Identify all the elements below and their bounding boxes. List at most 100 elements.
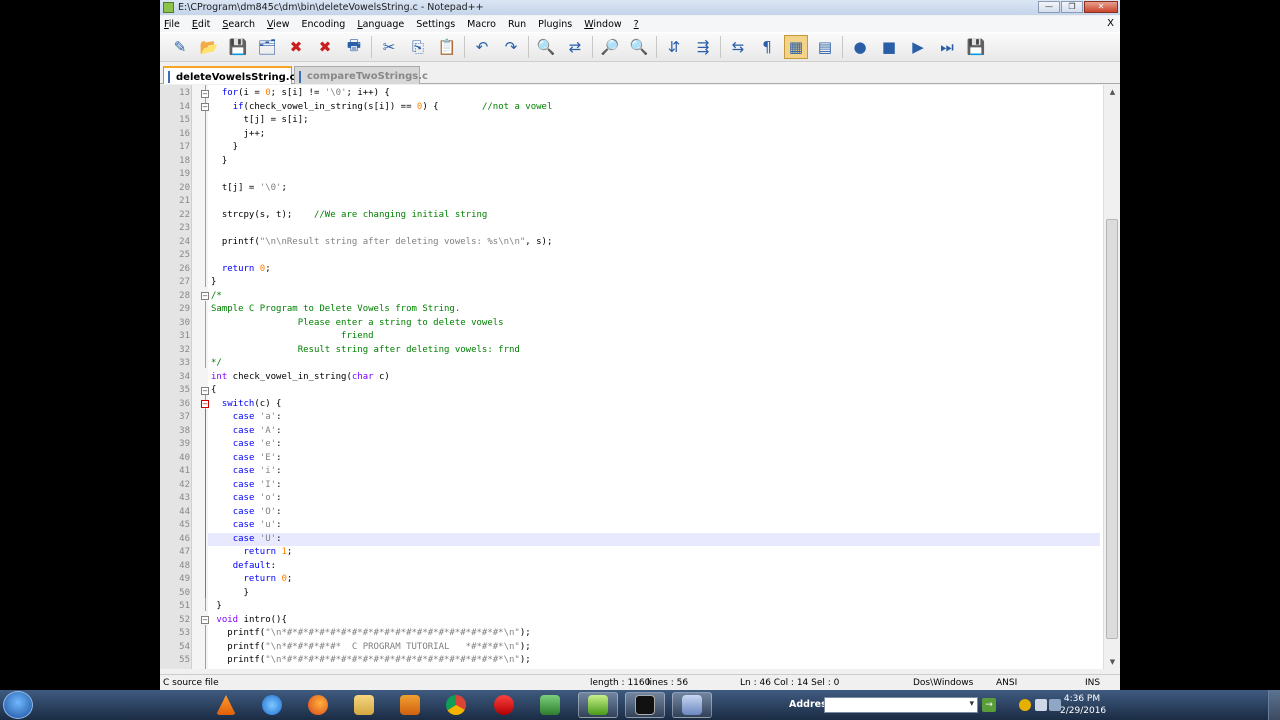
firefox-icon[interactable] [298,692,338,718]
code-line[interactable]: void intro(){ [211,614,286,628]
close-all-icon[interactable]: ✖ [313,35,337,59]
doc-map-icon[interactable]: ▤ [813,35,837,59]
wrap-icon[interactable]: ⇆ [726,35,750,59]
fold-toggle-icon[interactable]: − [201,400,209,408]
menu-item[interactable]: Settings [416,19,455,30]
indent-guide-icon[interactable]: ▦ [784,35,808,59]
code-line[interactable]: Sample C Program to Delete Vowels from S… [211,303,460,317]
zoom-in-icon[interactable]: 🔎 [598,35,622,59]
code-line[interactable]: case 'o': [211,492,282,506]
code-line[interactable]: case 'U': [208,532,1100,546]
code-line[interactable]: } [211,587,249,601]
code-line[interactable]: case 'I': [211,479,282,493]
code-line[interactable]: friend [211,330,374,344]
code-line[interactable]: case 'E': [211,452,282,466]
code-line[interactable]: printf("\n\nResult string after deleting… [211,236,553,250]
code-line[interactable]: Please enter a string to delete vowels [211,317,504,331]
vertical-scrollbar[interactable]: ▲ ▼ [1103,85,1120,669]
go-arrow-icon[interactable]: → [982,698,996,712]
code-line[interactable]: /* [211,290,222,304]
run-macro-multiple-icon[interactable]: ⏭ [935,35,959,59]
sync-horizontal-icon[interactable]: ⇶ [691,35,715,59]
undo-icon[interactable]: ↶ [470,35,494,59]
fold-toggle-icon[interactable]: − [201,386,209,395]
app-red-icon[interactable] [484,692,524,718]
close-window-button[interactable]: ✕ [1084,1,1118,13]
vlc-icon[interactable] [206,692,246,718]
menu-item[interactable]: File [164,19,180,30]
code-line[interactable]: case 'a': [211,411,282,425]
menu-item[interactable]: Plugins [538,19,572,30]
code-blocks-icon[interactable] [530,692,570,718]
notepadpp-task-icon[interactable] [578,692,618,718]
code-line[interactable]: } [211,276,216,290]
redo-icon[interactable]: ↷ [499,35,523,59]
code-line[interactable]: case 'O': [211,506,282,520]
code-line[interactable]: int check_vowel_in_string(char c) [211,371,390,385]
code-line[interactable]: return 1; [211,546,293,560]
maximize-button[interactable]: ❐ [1061,1,1083,13]
code-editor[interactable]: 13 for(i = 0; s[i] != '\0'; i++) {14 if(… [160,85,1120,669]
code-line[interactable]: case 'A': [211,425,282,439]
fold-toggle-icon[interactable]: − [201,292,209,300]
save-task-icon[interactable] [672,692,712,718]
chrome-icon[interactable] [436,692,476,718]
save-all-icon[interactable]: 🗂 [255,35,279,59]
internet-explorer-icon[interactable] [252,692,292,718]
cut-icon[interactable]: ✂ [377,35,401,59]
code-line[interactable]: } [211,600,221,614]
media-player-icon[interactable] [390,692,430,718]
tab-deleteVowelsString[interactable]: deleteVowelsString.c [163,66,296,84]
code-line[interactable]: */ [211,357,222,371]
menu-item[interactable]: ? [634,19,639,30]
close-document-button[interactable]: X [1107,18,1114,29]
open-file-icon[interactable]: 📂 [197,35,221,59]
find-icon[interactable]: 🔍 [534,35,558,59]
tray-norton-icon[interactable] [1019,699,1031,711]
system-clock[interactable]: 4:36 PM 2/29/2016 [1060,693,1106,717]
record-macro-icon[interactable]: ● [848,35,872,59]
menu-item[interactable]: Language [357,19,404,30]
code-line[interactable]: if(check_vowel_in_string(s[i]) == 0) { /… [211,101,553,115]
code-line[interactable]: printf("\n*#*#*#*#*#* C PROGRAM TUTORIAL… [211,641,530,655]
command-prompt-icon[interactable] [625,692,665,718]
stop-macro-icon[interactable]: ■ [877,35,901,59]
save-macro-icon[interactable]: 💾 [964,35,988,59]
tab-compareTwoStrings[interactable]: compareTwoStrings.c [294,66,428,84]
start-button[interactable] [3,691,33,719]
code-line[interactable]: switch(c) { [211,398,282,412]
code-line[interactable]: case 'i': [211,465,282,479]
replace-icon[interactable]: ⇄ [563,35,587,59]
code-line[interactable]: for(i = 0; s[i] != '\0'; i++) { [211,87,390,101]
code-line[interactable]: } [211,141,238,155]
code-line[interactable]: strcpy(s, t); //We are changing initial … [211,209,488,223]
menu-item[interactable]: Encoding [302,19,346,30]
scroll-up-icon[interactable]: ▲ [1104,85,1120,99]
sync-vertical-icon[interactable]: ⇵ [662,35,686,59]
save-icon[interactable]: 💾 [226,35,250,59]
fold-toggle-icon[interactable]: − [201,103,209,111]
code-line[interactable]: printf("\n*#*#*#*#*#*#*#*#*#*#*#*#*#*#*#… [211,654,530,668]
menu-item[interactable]: Window [584,19,621,30]
code-line[interactable]: { [211,384,216,398]
menu-item[interactable]: View [267,19,290,30]
code-line[interactable]: j++; [211,128,266,142]
fold-toggle-icon[interactable]: − [201,616,209,624]
file-explorer-icon[interactable] [344,692,384,718]
code-line[interactable]: Result string after deleting vowels: frn… [211,344,520,358]
paste-icon[interactable]: 📋 [435,35,459,59]
fold-toggle-icon[interactable]: − [201,89,209,98]
close-icon[interactable]: ✖ [284,35,308,59]
code-line[interactable]: case 'u': [211,519,282,533]
scroll-down-icon[interactable]: ▼ [1104,655,1120,669]
code-line[interactable]: t[j] = s[i]; [211,114,309,128]
copy-icon[interactable]: ⎘ [406,35,430,59]
address-input[interactable] [824,697,978,713]
tray-flag-icon[interactable] [1035,699,1047,711]
new-file-icon[interactable]: ✎ [168,35,192,59]
menu-item[interactable]: Edit [192,19,210,30]
code-line[interactable]: printf("\n*#*#*#*#*#*#*#*#*#*#*#*#*#*#*#… [211,627,530,641]
code-line[interactable]: return 0; [211,263,271,277]
code-line[interactable]: return 0; [211,573,293,587]
play-macro-icon[interactable]: ▶ [906,35,930,59]
